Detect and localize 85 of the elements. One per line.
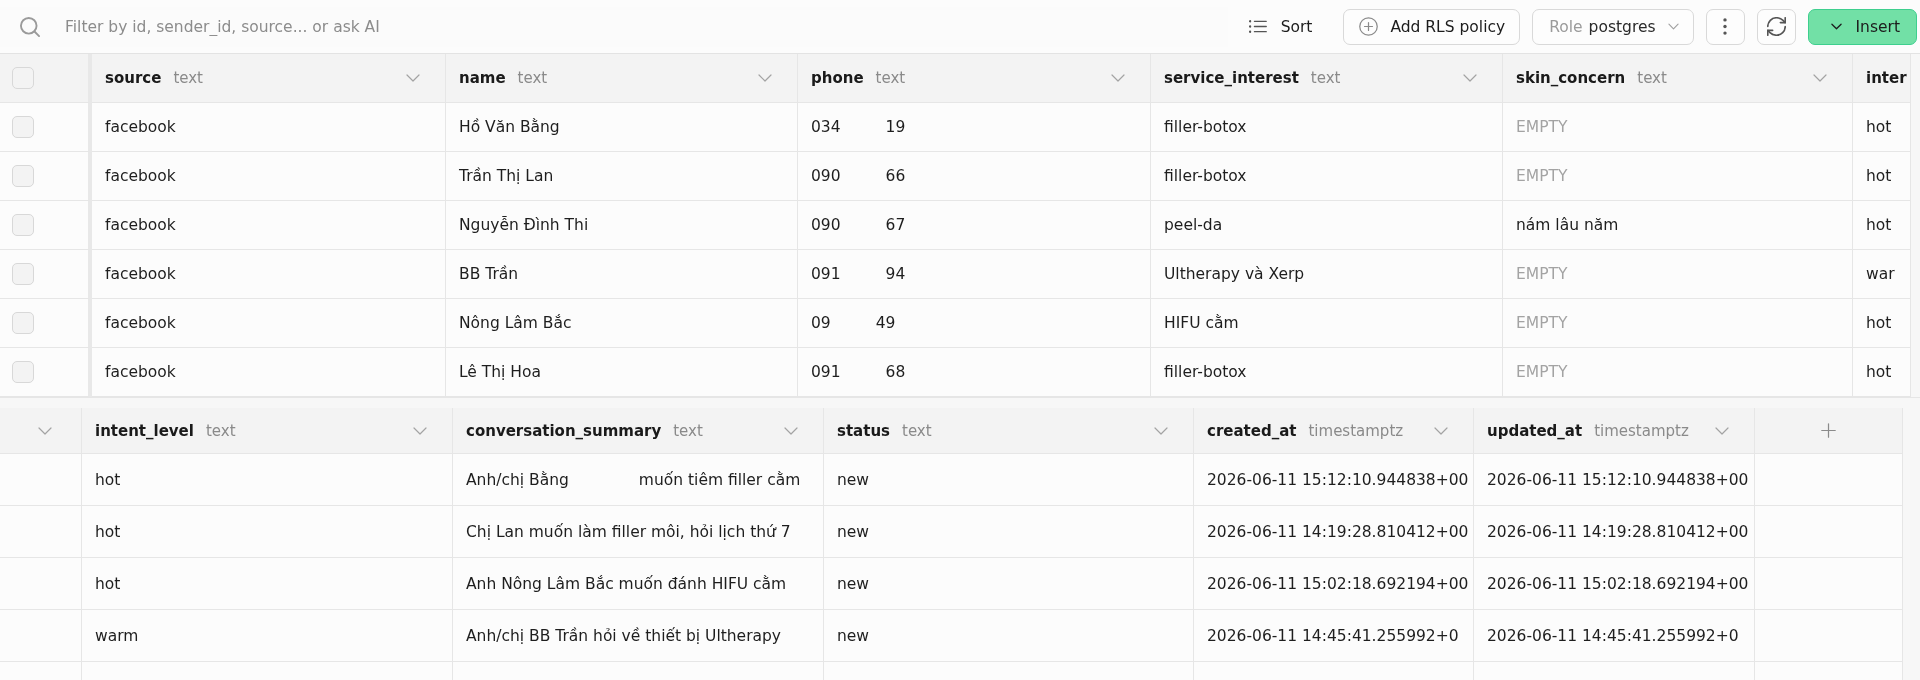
column-name: inter	[1866, 69, 1907, 87]
cell-text: 090	[811, 167, 841, 185]
column-type: timestamptz	[1594, 421, 1689, 440]
row-checkbox[interactable]	[12, 214, 34, 236]
column-name: created_at	[1207, 421, 1297, 440]
table-cell: filler-botox	[1151, 348, 1503, 397]
column-header[interactable]: created_at timestamptz	[1194, 408, 1474, 454]
chevron-icon[interactable]	[1715, 426, 1729, 435]
cell-text: 091	[811, 363, 841, 381]
cell-text: 034	[811, 118, 841, 136]
column-name: skin_concern	[1516, 69, 1626, 87]
plus-circle-icon	[1359, 17, 1379, 36]
column-name: source	[105, 69, 162, 87]
column-type: text	[902, 421, 932, 440]
cell-text: 66	[885, 167, 906, 185]
column-header[interactable]: service_interest text	[1151, 54, 1503, 103]
add-rls-policy-button[interactable]: Add RLS policy	[1343, 8, 1521, 45]
table-cell: EMPTY	[1503, 348, 1853, 397]
row-checkbox[interactable]	[12, 263, 34, 285]
cell-text: 19	[885, 118, 906, 136]
column-name: name	[459, 69, 506, 87]
chevron-icon[interactable]	[784, 426, 798, 435]
column-header[interactable]: inter	[1853, 54, 1911, 103]
cell-text: 94	[885, 265, 906, 283]
cell-text: muốn tiêm filler cằm	[638, 470, 801, 489]
plus-icon	[1821, 423, 1836, 438]
chevron-icon[interactable]	[413, 426, 427, 435]
table-cell: hot	[1853, 348, 1911, 397]
column-header[interactable]: skin_concern text	[1503, 54, 1853, 103]
column-type: text	[517, 69, 548, 87]
chevron-icon[interactable]	[406, 74, 420, 82]
refresh-button[interactable]	[1756, 8, 1796, 45]
column-name: status	[837, 421, 890, 440]
refresh-icon	[1766, 17, 1786, 36]
column-type: timestamptz	[1308, 421, 1404, 440]
row-checkbox[interactable]	[12, 165, 34, 187]
column-name: conversation_summary	[466, 421, 662, 440]
search-icon	[20, 16, 40, 37]
chevron-icon[interactable]	[1154, 426, 1168, 435]
column-header[interactable]: source text	[92, 54, 446, 103]
column-name: intent_level	[95, 421, 194, 440]
column-header[interactable]: status text	[824, 408, 1194, 454]
chevron-icon[interactable]	[1434, 426, 1448, 435]
column-header[interactable]: updated_at timestamptz	[1474, 408, 1755, 454]
column-header[interactable]: conversation_summary text	[453, 408, 824, 454]
cell-text: Anh/chị Bằng	[466, 470, 569, 489]
add-column-button[interactable]	[1755, 408, 1903, 454]
chevron-icon[interactable]	[38, 426, 52, 435]
row-checkbox[interactable]	[12, 361, 34, 383]
column-header[interactable]: intent_level text	[82, 408, 453, 454]
column-type: text	[875, 69, 906, 87]
column-name: service_interest	[1164, 69, 1299, 87]
cell-text: 67	[885, 216, 906, 234]
more-button[interactable]	[1705, 8, 1745, 45]
column-type: text	[1310, 69, 1341, 87]
more-icon	[1723, 18, 1728, 35]
sort-button[interactable]: Sort	[1243, 8, 1318, 45]
select-all-checkbox[interactable]	[12, 67, 34, 89]
cell-text: 090	[811, 216, 841, 234]
cell-text: 68	[885, 363, 906, 381]
table-cell: facebook	[92, 348, 446, 397]
cell-text: 09	[811, 314, 831, 332]
column-header[interactable]	[0, 408, 82, 454]
cell-text: 091	[811, 265, 841, 283]
chevron-icon[interactable]	[1463, 74, 1477, 82]
column-type: text	[205, 421, 236, 440]
column-name: updated_at	[1487, 421, 1583, 440]
row-checkbox[interactable]	[12, 312, 34, 334]
table-cell: Lê Thị Hoa	[446, 348, 798, 397]
chevron-icon[interactable]	[1813, 74, 1827, 82]
column-type: text	[173, 69, 203, 87]
column-header[interactable]: name text	[446, 54, 798, 103]
chevron-icon[interactable]	[1111, 74, 1125, 82]
column-header[interactable]: phone text	[798, 54, 1151, 103]
column-name: phone	[811, 69, 864, 87]
chevron-icon	[1830, 23, 1842, 30]
column-type: text	[1637, 69, 1667, 87]
insert-button[interactable]: Insert	[1807, 8, 1917, 45]
chevron-icon[interactable]	[758, 74, 772, 82]
role-dropdown[interactable]: Role postgres	[1532, 8, 1694, 45]
row-checkbox[interactable]	[12, 116, 34, 138]
column-type: text	[673, 421, 703, 440]
cell-text: 49	[875, 314, 896, 332]
chevron-icon	[1667, 23, 1679, 30]
list-icon	[1248, 20, 1267, 33]
